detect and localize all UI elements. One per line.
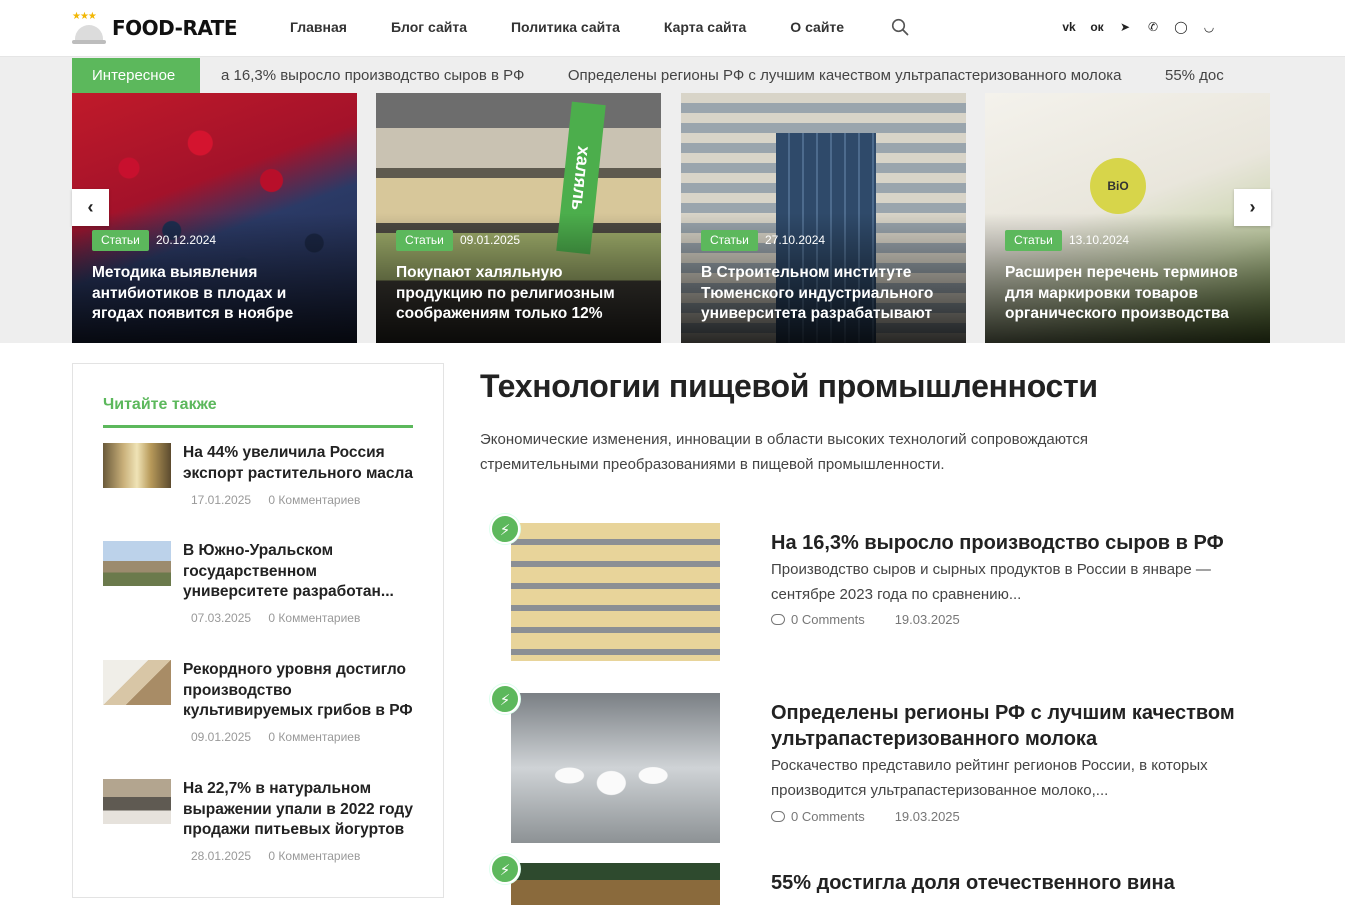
card-date: 13.10.2024 bbox=[1069, 233, 1130, 247]
whatsapp-icon[interactable]: ◯ bbox=[1173, 19, 1189, 35]
slider-prev-button[interactable]: ‹ bbox=[72, 189, 109, 226]
news-ticker: а 16,3% выросло производство сыров в РФ … bbox=[200, 58, 1272, 93]
lightning-icon: ⚡ bbox=[490, 684, 520, 714]
lightning-icon: ⚡ bbox=[490, 854, 520, 884]
sidebar-read-also: Читайте также На 44% увеличила Россия эк… bbox=[72, 363, 444, 898]
sidebar-item-date: 28.01.2025 bbox=[191, 849, 252, 863]
post-item[interactable]: ⚡ 55% достигла доля отечественного вина bbox=[490, 854, 1250, 905]
card-title[interactable]: В Строительном институте Тюменского инду… bbox=[701, 263, 951, 325]
category-badge[interactable]: Статьи bbox=[92, 230, 149, 251]
sidebar-item-title[interactable]: Рекордного уровня достигло производство … bbox=[183, 660, 423, 722]
category-badge[interactable]: Статьи bbox=[396, 230, 453, 251]
logo-cloche-icon: ★★★ bbox=[72, 11, 106, 45]
sidebar-item-meta: 07.03.2025 0 Комментариев bbox=[191, 611, 360, 625]
site-header: ★★★ FOOD-RATE Главная Блог сайта Политик… bbox=[0, 0, 1345, 57]
sidebar-item-comments[interactable]: 0 Комментариев bbox=[268, 730, 360, 744]
ticker-label: Интересное bbox=[72, 58, 200, 93]
slider-next-button[interactable]: › bbox=[1234, 189, 1271, 226]
category-badge[interactable]: Статьи bbox=[1005, 230, 1062, 251]
post-date: 19.03.2025 bbox=[894, 612, 960, 627]
ticker-item[interactable]: Определены регионы РФ с лучшим качеством… bbox=[568, 58, 1122, 93]
sidebar-title-underline bbox=[103, 425, 413, 428]
slider-card[interactable]: Статьи 27.10.2024 В Строительном институ… bbox=[681, 93, 966, 343]
card-date: 09.01.2025 bbox=[460, 233, 521, 247]
post-comments[interactable]: 0 Comments bbox=[791, 612, 865, 627]
sidebar-item[interactable]: На 22,7% в натуральном выражении упали в… bbox=[103, 779, 423, 869]
ticker-item[interactable]: а 16,3% выросло производство сыров в РФ bbox=[221, 58, 524, 93]
nav-item-about[interactable]: О сайте bbox=[790, 19, 844, 35]
slider-card[interactable]: Статьи 20.12.2024 Методика выявления ант… bbox=[72, 93, 357, 343]
post-title[interactable]: 55% достигла доля отечественного вина bbox=[771, 870, 1241, 896]
viber-icon[interactable]: ✆ bbox=[1145, 19, 1161, 35]
post-excerpt: Производство сыров и сырных продуктов в … bbox=[771, 561, 1211, 603]
slider-card[interactable]: BiO Статьи 13.10.2024 Расширен перечень … bbox=[985, 93, 1270, 343]
post-meta: 0 Comments 19.03.2025 bbox=[771, 809, 960, 824]
comment-icon bbox=[771, 811, 785, 822]
sidebar-item-meta: 09.01.2025 0 Комментариев bbox=[191, 730, 360, 744]
sidebar-item-title[interactable]: В Южно-Уральском государственном универс… bbox=[183, 541, 423, 603]
nav-item-policy[interactable]: Политика сайта bbox=[511, 19, 620, 35]
sidebar-title: Читайте также bbox=[103, 396, 217, 413]
nav-item-sitemap[interactable]: Карта сайта bbox=[664, 19, 746, 35]
nav-item-home[interactable]: Главная bbox=[290, 19, 347, 35]
post-thumbnail[interactable] bbox=[511, 863, 720, 905]
sidebar-item-meta: 28.01.2025 0 Комментариев bbox=[191, 849, 360, 863]
sidebar-item-comments[interactable]: 0 Комментариев bbox=[268, 611, 360, 625]
post-item[interactable]: ⚡ На 16,3% выросло производство сыров в … bbox=[490, 514, 1250, 664]
sidebar-item-date: 07.03.2025 bbox=[191, 611, 252, 625]
telegram-icon[interactable]: ➤ bbox=[1117, 19, 1133, 35]
sidebar-item-title[interactable]: На 44% увеличила Россия экспорт растител… bbox=[183, 443, 423, 484]
search-icon[interactable] bbox=[891, 18, 909, 36]
sidebar-item[interactable]: Рекордного уровня достигло производство … bbox=[103, 660, 423, 750]
post-thumbnail[interactable] bbox=[511, 693, 720, 843]
category-badge[interactable]: Статьи bbox=[701, 230, 758, 251]
post-thumbnail[interactable] bbox=[511, 523, 720, 661]
card-title[interactable]: Расширен перечень терминов для маркировк… bbox=[1005, 263, 1255, 325]
slider-card[interactable]: халяль Статьи 09.01.2025 Покупают халяль… bbox=[376, 93, 661, 343]
comment-icon bbox=[771, 614, 785, 625]
sidebar-item-thumbnail[interactable] bbox=[103, 443, 171, 488]
nav-item-blog[interactable]: Блог сайта bbox=[391, 19, 467, 35]
yandex-zen-icon[interactable]: ◡ bbox=[1201, 19, 1217, 35]
card-date: 27.10.2024 bbox=[765, 233, 826, 247]
site-logo[interactable]: ★★★ FOOD-RATE bbox=[72, 10, 238, 46]
logo-text: FOOD-RATE bbox=[112, 16, 238, 40]
lightning-icon: ⚡ bbox=[490, 514, 520, 544]
post-title[interactable]: Определены регионы РФ с лучшим качеством… bbox=[771, 700, 1241, 752]
sidebar-item-comments[interactable]: 0 Комментариев bbox=[268, 493, 360, 507]
odnoklassniki-icon[interactable]: ок bbox=[1089, 19, 1105, 35]
sidebar-item-title[interactable]: На 22,7% в натуральном выражении упали в… bbox=[183, 779, 423, 841]
post-excerpt: Роскачество представило рейтинг регионов… bbox=[771, 757, 1208, 799]
ticker-item[interactable]: 55% дос bbox=[1165, 58, 1224, 93]
post-item[interactable]: ⚡ Определены регионы РФ с лучшим качеств… bbox=[490, 684, 1250, 849]
page-title: Технологии пищевой промышленности bbox=[480, 368, 1098, 404]
card-title[interactable]: Покупают халяльную продукцию по религиоз… bbox=[396, 263, 646, 325]
sidebar-item-thumbnail[interactable] bbox=[103, 541, 171, 586]
main-nav: Главная Блог сайта Политика сайта Карта … bbox=[290, 19, 888, 35]
social-links: vk ок ➤ ✆ ◯ ◡ bbox=[1061, 19, 1229, 35]
sidebar-item-thumbnail[interactable] bbox=[103, 660, 171, 705]
card-date: 20.12.2024 bbox=[156, 233, 217, 247]
sidebar-item-comments[interactable]: 0 Комментариев bbox=[268, 849, 360, 863]
post-title[interactable]: На 16,3% выросло производство сыров в РФ bbox=[771, 530, 1241, 556]
post-date: 19.03.2025 bbox=[894, 809, 960, 824]
vk-icon[interactable]: vk bbox=[1061, 19, 1077, 35]
sidebar-item-thumbnail[interactable] bbox=[103, 779, 171, 824]
sidebar-item-meta: 17.01.2025 0 Комментариев bbox=[191, 493, 360, 507]
sidebar-item[interactable]: В Южно-Уральском государственном универс… bbox=[103, 541, 423, 631]
sidebar-item-date: 09.01.2025 bbox=[191, 730, 252, 744]
post-comments[interactable]: 0 Comments bbox=[791, 809, 865, 824]
sidebar-item-date: 17.01.2025 bbox=[191, 493, 252, 507]
page-description: Экономические изменения, инновации в обл… bbox=[480, 431, 1088, 473]
post-meta: 0 Comments 19.03.2025 bbox=[771, 612, 960, 627]
sidebar-item[interactable]: На 44% увеличила Россия экспорт растител… bbox=[103, 443, 423, 523]
card-title[interactable]: Методика выявления антибиотиков в плодах… bbox=[92, 263, 342, 325]
